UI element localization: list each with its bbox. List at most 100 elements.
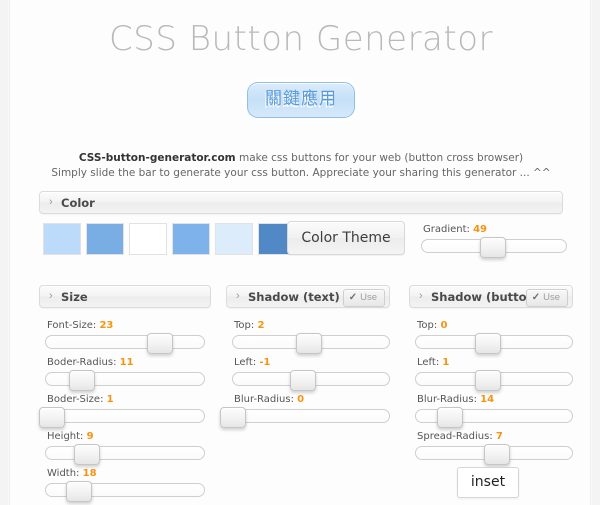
value-text: 14 <box>480 394 495 405</box>
chevron-right-icon: › <box>419 290 423 302</box>
control-label-shadow-button-blur-radius: Blur-Radius: 14 <box>417 394 494 405</box>
slider-track-shadow-text-top[interactable] <box>232 333 390 354</box>
check-icon: ✓ <box>348 292 358 303</box>
use-label: Use <box>543 292 560 303</box>
slider-handle-shadow-button-blur-radius[interactable] <box>437 407 464 428</box>
value-text: 49 <box>473 224 488 235</box>
page-content-frame: CSS Button Generator 關鍵應用 CSS-button-gen… <box>9 0 591 505</box>
section-header-size[interactable]: › Size <box>39 285 211 308</box>
slider-handle-boder-size[interactable] <box>39 407 66 428</box>
slider-track-font-size[interactable] <box>45 333 205 354</box>
section-header-shadow-button[interactable]: › Shadow (button) ✓ Use <box>409 285 573 308</box>
label-text: Left: <box>417 357 440 368</box>
control-label-shadow-button-top: Top: 0 <box>417 320 447 331</box>
slider-handle-shadow-button-spread-radius[interactable] <box>484 444 511 465</box>
slider-handle-width[interactable] <box>66 481 93 502</box>
value-text: 7 <box>495 431 503 442</box>
slider-track-shadow-button-left[interactable] <box>415 370 573 391</box>
value-text: 11 <box>119 357 134 368</box>
description-line-1-rest: make css buttons for your web (button cr… <box>235 152 524 164</box>
slider-track-shadow-button-top[interactable] <box>415 333 573 354</box>
value-text: 23 <box>99 320 114 331</box>
slider-handle-shadow-text-blur-radius[interactable] <box>220 407 246 428</box>
use-toggle-shadow-button[interactable]: ✓ Use <box>525 289 568 307</box>
value-text: 0 <box>297 394 305 405</box>
preview-area: 關鍵應用 <box>10 82 592 119</box>
section-label-shadow-text: Shadow (text) <box>248 290 340 304</box>
slider-track-height[interactable] <box>45 444 205 465</box>
slider-handle-shadow-button-top[interactable] <box>474 333 501 354</box>
label-text: Boder-Size: <box>47 394 104 405</box>
site-name: CSS-button-generator.com <box>78 152 236 164</box>
color-swatch-4[interactable] <box>172 223 210 255</box>
label-text: Height: <box>47 431 84 442</box>
section-label-size: Size <box>61 290 88 304</box>
color-swatch-5[interactable] <box>215 223 253 255</box>
control-label-boder-size: Boder-Size: 1 <box>47 394 114 405</box>
label-text: Left: <box>234 357 257 368</box>
slider-handle-shadow-text-top[interactable] <box>296 333 323 354</box>
color-swatch-2[interactable] <box>86 223 124 255</box>
color-swatch-3[interactable] <box>129 223 167 255</box>
section-header-color[interactable]: › Color <box>39 191 563 214</box>
color-theme-button[interactable]: Color Theme <box>287 221 405 255</box>
page-background: CSS Button Generator 關鍵應用 CSS-button-gen… <box>0 0 600 505</box>
value-text: -1 <box>259 357 271 368</box>
value-text: 0 <box>440 320 448 331</box>
label-text: Gradient: <box>423 224 470 235</box>
color-swatch-1[interactable] <box>43 223 81 255</box>
slider-track-shadow-text-left[interactable] <box>232 370 390 391</box>
description-line-2: Simply slide the bar to generate your cs… <box>51 167 551 179</box>
section-label-color: Color <box>61 196 95 210</box>
control-label-shadow-button-left: Left: 1 <box>417 357 449 368</box>
section-label-shadow-button: Shadow (button) <box>431 290 541 304</box>
use-toggle-shadow-text[interactable]: ✓ Use <box>342 289 385 307</box>
label-text: Width: <box>47 468 80 479</box>
control-label-shadow-text-blur-radius: Blur-Radius: 0 <box>234 394 304 405</box>
page-title: CSS Button Generator <box>109 19 493 59</box>
label-text: Font-Size: <box>47 320 97 331</box>
slider-handle-shadow-text-left[interactable] <box>290 370 317 391</box>
slider-handle-shadow-button-left[interactable] <box>474 370 501 391</box>
slider-handle-boder-radius[interactable] <box>69 370 96 391</box>
label-text: Top: <box>417 320 438 331</box>
section-header-shadow-text[interactable]: › Shadow (text) ✓ Use <box>226 285 390 308</box>
slider-track-gradient[interactable] <box>421 237 567 258</box>
use-label: Use <box>360 292 377 303</box>
control-label-height: Height: 9 <box>47 431 94 442</box>
value-text: 9 <box>86 431 94 442</box>
value-text: 2 <box>257 320 265 331</box>
description-text: CSS-button-generator.com make css button… <box>10 151 592 181</box>
inset-button[interactable]: inset <box>457 467 519 498</box>
slider-handle-gradient[interactable] <box>479 237 506 258</box>
label-text: Blur-Radius: <box>234 394 294 405</box>
control-label-shadow-text-top: Top: 2 <box>234 320 264 331</box>
value-text: 1 <box>106 394 114 405</box>
chevron-right-icon: › <box>236 290 240 302</box>
check-icon: ✓ <box>531 292 541 303</box>
control-label-boder-radius: Boder-Radius: 11 <box>47 357 134 368</box>
slider-track-shadow-text-blur-radius[interactable] <box>220 407 390 428</box>
slider-handle-height[interactable] <box>74 444 101 465</box>
control-label-width: Width: 18 <box>47 468 97 479</box>
value-text: 1 <box>442 357 450 368</box>
control-label-gradient: Gradient: 49 <box>423 224 487 235</box>
label-text: Blur-Radius: <box>417 394 477 405</box>
chevron-right-icon: › <box>49 196 53 208</box>
slider-track-width[interactable] <box>45 481 205 502</box>
control-label-shadow-button-spread-radius: Spread-Radius: 7 <box>417 431 503 442</box>
slider-track-shadow-button-blur-radius[interactable] <box>415 407 573 428</box>
slider-track-shadow-button-spread-radius[interactable] <box>415 444 573 465</box>
slider-handle-font-size[interactable] <box>146 333 173 354</box>
label-text: Boder-Radius: <box>47 357 117 368</box>
slider-track-boder-size[interactable] <box>39 407 205 428</box>
description-line-1: CSS-button-generator.com make css button… <box>10 151 592 166</box>
control-label-shadow-text-left: Left: -1 <box>234 357 270 368</box>
preview-button[interactable]: 關鍵應用 <box>247 82 355 119</box>
chevron-right-icon: › <box>49 290 53 302</box>
label-text: Spread-Radius: <box>417 431 493 442</box>
control-label-font-size: Font-Size: 23 <box>47 320 113 331</box>
slider-track-boder-radius[interactable] <box>45 370 205 391</box>
value-text: 18 <box>82 468 97 479</box>
label-text: Top: <box>234 320 255 331</box>
